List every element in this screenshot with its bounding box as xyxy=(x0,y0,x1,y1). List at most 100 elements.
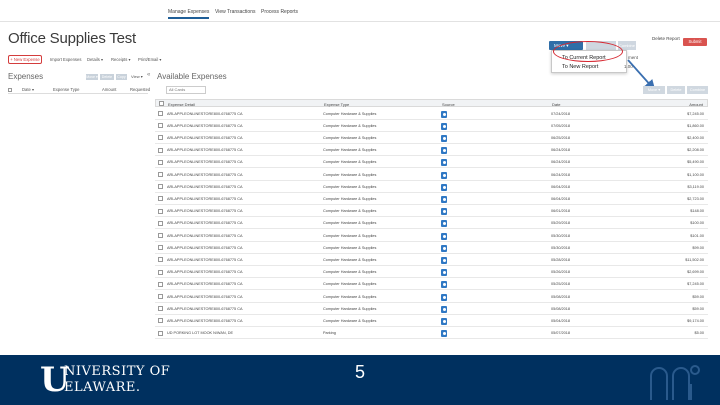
details-menu[interactable]: Details ▾ xyxy=(87,57,103,62)
table-row[interactable]: ARLAPPLEONLINESTORE800-6768775 CA Compute… xyxy=(155,291,708,303)
table-row[interactable]: ARLAPPLEONLINESTORE800-6768775 CA Compute… xyxy=(155,181,708,193)
column-amount[interactable]: Amount xyxy=(102,87,116,92)
to-new-report-option[interactable]: To New Report xyxy=(562,64,598,70)
card-source-icon xyxy=(441,269,447,277)
table-row[interactable]: ARLAPPLEONLINESTORE800-6768775 CA Compute… xyxy=(155,315,708,327)
table-row[interactable]: ARLAPPLEONLINESTORE800-6768775 CA Compute… xyxy=(155,218,708,230)
table-row[interactable]: ARLAPPLEONLINESTORE800-6768775 CA Compute… xyxy=(155,132,708,144)
table-row[interactable]: ARLAPPLEONLINESTORE800-6768775 CA Compute… xyxy=(155,303,708,315)
row-date: 05/04/2018 xyxy=(551,318,571,323)
logo-line-2: ELAWARE. xyxy=(64,380,141,395)
row-date: 06/04/2018 xyxy=(551,184,571,189)
row-checkbox[interactable] xyxy=(158,135,163,141)
row-date: 06/04/2018 xyxy=(551,196,571,201)
row-checkbox[interactable] xyxy=(158,306,163,312)
row-checkbox[interactable] xyxy=(158,269,163,275)
new-expense-button[interactable]: + New Expense xyxy=(8,55,42,64)
row-expense-detail: UD PORKING LOT MOOK N/WAN, DE xyxy=(167,331,234,336)
left-view-menu[interactable]: View ▾ xyxy=(131,74,143,79)
column-expense-type[interactable]: Expense Type xyxy=(324,102,349,107)
left-copy-button[interactable]: Copy xyxy=(116,74,127,80)
table-row[interactable]: ARLAPPLEONLINESTORE800-6768775 CA Compute… xyxy=(155,267,708,279)
row-checkbox[interactable] xyxy=(158,147,163,153)
print-email-menu[interactable]: Print/Email ▾ xyxy=(138,57,162,62)
table-row[interactable]: ARLAPPLEONLINESTORE800-6768775 CA Compute… xyxy=(155,206,708,218)
row-date: 06/24/2018 xyxy=(551,172,571,177)
column-expense-detail[interactable]: Expense Detail xyxy=(168,102,195,107)
row-checkbox[interactable] xyxy=(158,233,163,238)
row-expense-detail: ARLAPPLEONLINESTORE800-6768775 CA xyxy=(167,233,243,238)
column-date[interactable]: Date ▾ xyxy=(22,87,34,92)
card-source-icon xyxy=(441,256,447,264)
available-move-button[interactable]: Move ▾ xyxy=(643,86,665,94)
table-row[interactable]: ARLAPPLEONLINESTORE800-6768775 CA Compute… xyxy=(155,279,708,291)
row-checkbox[interactable] xyxy=(158,123,163,129)
table-row[interactable]: ARLAPPLEONLINESTORE800-6768775 CA Compute… xyxy=(155,145,708,157)
header-checkbox[interactable] xyxy=(159,101,164,106)
available-delete-button[interactable]: Delete xyxy=(667,86,685,94)
row-checkbox[interactable] xyxy=(158,159,163,165)
column-expense-type[interactable]: Expense Type xyxy=(53,87,79,92)
row-expense-detail: ARLAPPLEONLINESTORE800-6768775 CA xyxy=(167,294,243,299)
table-row[interactable]: ARLAPPLEONLINESTORE800-6768775 CA Compute… xyxy=(155,108,708,120)
card-source-icon xyxy=(441,281,447,289)
row-checkbox[interactable] xyxy=(158,220,163,226)
column-amount[interactable]: Amount xyxy=(689,102,703,107)
row-date: 05/30/2018 xyxy=(551,245,571,250)
submit-report-button[interactable]: Submit Report xyxy=(683,38,707,52)
row-checkbox[interactable] xyxy=(158,257,163,263)
row-checkbox[interactable] xyxy=(158,208,163,214)
row-date: 07/24/2018 xyxy=(551,111,571,116)
table-row[interactable]: ARLAPPLEONLINESTORE800-6768775 CA Compute… xyxy=(155,254,708,266)
row-checkbox[interactable] xyxy=(158,111,163,116)
import-expenses-button[interactable]: Import Expenses xyxy=(50,57,81,62)
row-amount: $3,119.00 xyxy=(687,184,704,189)
table-row[interactable]: UD PORKING LOT MOOK N/WAN, DE Parking 05/0… xyxy=(155,328,708,340)
tab-manage-expenses[interactable]: Manage Expenses xyxy=(168,9,210,19)
column-source[interactable]: Source xyxy=(442,102,455,107)
table-row[interactable]: ARLAPPLEONLINESTORE800-6768775 CA Compute… xyxy=(155,157,708,169)
column-date[interactable]: Date xyxy=(552,102,560,107)
row-expense-type: Computer Hardware & Supplies xyxy=(323,184,377,189)
table-row[interactable]: ARLAPPLEONLINESTORE800-6768775 CA Compute… xyxy=(155,242,708,254)
row-checkbox[interactable] xyxy=(158,330,163,336)
row-checkbox[interactable] xyxy=(158,281,163,287)
row-expense-type: Computer Hardware & Supplies xyxy=(323,172,377,177)
row-amount: $2,208.00 xyxy=(687,148,704,153)
available-combine-button[interactable]: Combine xyxy=(687,86,708,94)
row-date: 05/08/2018 xyxy=(551,306,571,311)
card-source-icon xyxy=(441,208,447,216)
left-move-button[interactable]: Move ▾ xyxy=(86,74,98,80)
row-checkbox[interactable] xyxy=(158,294,163,299)
left-delete-button[interactable]: Delete xyxy=(100,74,114,80)
row-expense-detail: ARLAPPLEONLINESTORE800-6768775 CA xyxy=(167,282,243,287)
row-checkbox[interactable] xyxy=(158,196,163,202)
table-row[interactable]: ARLAPPLEONLINESTORE800-6768775 CA Compute… xyxy=(155,169,708,181)
card-filter-select[interactable]: All Cards xyxy=(166,86,206,94)
card-source-icon xyxy=(441,244,447,252)
collapse-panel-icon[interactable]: « xyxy=(147,72,150,78)
card-source-icon xyxy=(441,220,447,228)
row-expense-detail: ARLAPPLEONLINESTORE800-6768775 CA xyxy=(167,270,243,275)
row-date: 05/28/2018 xyxy=(551,257,571,262)
row-checkbox[interactable] xyxy=(158,245,163,251)
row-checkbox[interactable] xyxy=(158,172,163,177)
table-row[interactable]: ARLAPPLEONLINESTORE800-6768775 CA Compute… xyxy=(155,230,708,242)
row-expense-type: Computer Hardware & Supplies xyxy=(323,196,377,201)
row-date: 07/05/2018 xyxy=(551,123,571,128)
row-amount: $2,699.00 xyxy=(687,270,704,275)
row-date: 05/29/2018 xyxy=(551,221,571,226)
delete-report-link[interactable]: Delete Report xyxy=(652,36,680,41)
receipts-menu[interactable]: Receipts ▾ xyxy=(111,57,131,62)
logo-line-1: NIVERSITY OF xyxy=(64,364,171,379)
row-checkbox[interactable] xyxy=(158,184,163,190)
tab-view-transactions[interactable]: View Transactions xyxy=(215,9,255,15)
row-date: 05/08/2018 xyxy=(551,294,571,299)
tab-process-reports[interactable]: Process Reports xyxy=(261,9,298,15)
table-row[interactable]: ARLAPPLEONLINESTORE800-6768775 CA Compute… xyxy=(155,120,708,132)
row-checkbox[interactable] xyxy=(158,318,163,324)
select-all-checkbox[interactable] xyxy=(8,88,12,92)
row-expense-detail: ARLAPPLEONLINESTORE800-6768775 CA xyxy=(167,221,243,226)
column-requested[interactable]: Requested xyxy=(130,87,150,92)
table-row[interactable]: ARLAPPLEONLINESTORE800-6768775 CA Compute… xyxy=(155,193,708,205)
